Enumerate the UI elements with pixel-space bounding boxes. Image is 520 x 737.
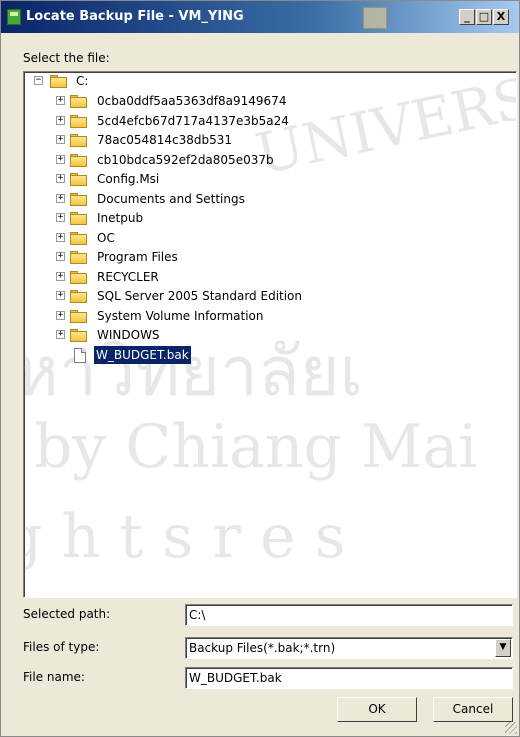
expand-icon[interactable]: + xyxy=(56,252,65,261)
tree-folder-item[interactable]: + System Volume Information xyxy=(24,307,504,325)
locate-backup-file-dialog: Locate Backup File - VM_YING _ □ X Selec… xyxy=(0,0,520,737)
tree-folder-item[interactable]: +5cd4efcb67d717a4137e3b5a24 xyxy=(24,112,504,130)
file-name-label: File name: xyxy=(23,670,85,684)
select-file-label: Select the file: xyxy=(23,51,110,65)
tree-item-label: WINDOWS xyxy=(97,328,160,342)
maximize-button[interactable]: □ xyxy=(476,9,492,25)
tree-folder-item[interactable]: + OC xyxy=(24,229,504,247)
resize-grip[interactable] xyxy=(505,722,517,734)
file-icon xyxy=(74,347,86,363)
tree-folder-item[interactable]: + Program Files xyxy=(24,248,504,266)
tree-folder-item[interactable]: + Config.Msi xyxy=(24,170,504,188)
folder-icon xyxy=(70,329,87,342)
tree-item-label: 5cd4efcb67d717a4137e3b5a24 xyxy=(97,113,289,128)
expand-icon[interactable]: + xyxy=(56,330,65,339)
folder-icon xyxy=(70,270,87,284)
tree-folder-item[interactable]: + SQL Server 2005 Standard Edition xyxy=(24,287,504,305)
files-of-type-value: Backup Files(*.bak;*.trn) xyxy=(189,641,336,655)
folder-icon xyxy=(70,153,87,167)
expand-icon[interactable]: + xyxy=(56,174,65,183)
tree-folder-item[interactable]: +78ac054814c38db531 xyxy=(24,131,504,149)
tree-item-label: Config.Msi xyxy=(97,172,160,186)
file-tree[interactable]: UNIVERSI หาวิทยาลัยเ by Chiang Mai g h t… xyxy=(23,71,517,598)
expand-icon[interactable]: + xyxy=(56,291,65,300)
tree-root-c-drive[interactable]: − C: xyxy=(24,72,504,90)
collapse-icon[interactable]: − xyxy=(34,76,43,85)
selected-path-field[interactable]: C:\ xyxy=(185,604,513,626)
window-title: Locate Backup File - VM_YING xyxy=(26,9,244,24)
tree-folder-item[interactable]: + Inetpub xyxy=(24,209,504,227)
title-bar[interactable]: Locate Backup File - VM_YING _ □ X xyxy=(1,1,519,33)
expand-icon[interactable]: + xyxy=(56,213,65,222)
folder-icon xyxy=(70,309,87,323)
sql-server-app-icon xyxy=(7,9,21,25)
tree-item-label: System Volume Information xyxy=(97,308,264,323)
expand-icon[interactable]: + xyxy=(56,310,65,320)
folder-icon xyxy=(50,75,67,88)
cancel-button[interactable]: Cancel xyxy=(433,697,513,722)
tree-file-item[interactable]: W_BUDGET.bak xyxy=(24,345,504,364)
tree-item-label: SQL Server 2005 Standard Edition xyxy=(97,289,303,303)
expand-icon[interactable]: + xyxy=(56,154,65,164)
tree-item-label: 78ac054814c38db531 xyxy=(97,133,233,147)
folder-icon xyxy=(70,173,87,186)
title-decoration-icon xyxy=(363,7,387,29)
folder-icon xyxy=(70,134,87,147)
tree-folder-item[interactable]: + RECYCLER xyxy=(24,268,504,286)
dropdown-arrow-icon[interactable]: ▼ xyxy=(495,639,511,657)
watermark-line-4: g h t s r e s xyxy=(23,502,346,572)
tree-item-label: OC xyxy=(97,230,115,245)
tree-item-label: cb10bdca592ef2da805e037b xyxy=(97,152,274,167)
tree-item-label: Inetpub xyxy=(97,211,144,225)
expand-icon[interactable]: + xyxy=(56,232,65,242)
ok-button[interactable]: OK xyxy=(337,697,417,722)
tree-folder-item[interactable]: + cb10bdca592ef2da805e037b xyxy=(24,151,504,169)
expand-icon[interactable]: + xyxy=(56,96,65,105)
tree-item-label: RECYCLER xyxy=(97,269,159,284)
tree-item-label: 0cba0ddf5aa5363df8a9149674 xyxy=(97,94,287,108)
tree-root-label: C: xyxy=(76,74,89,88)
tree-item-label: Documents and Settings xyxy=(97,191,245,206)
tree-item-label: Program Files xyxy=(97,250,178,264)
folder-icon xyxy=(70,251,87,264)
files-of-type-label: Files of type: xyxy=(23,640,100,654)
watermark-line-3: by Chiang Mai xyxy=(34,412,478,482)
files-of-type-select[interactable]: Backup Files(*.bak;*.trn) ▼ xyxy=(185,637,513,659)
tree-folder-item[interactable]: + WINDOWS xyxy=(24,326,504,344)
close-button[interactable]: X xyxy=(493,9,509,25)
folder-icon xyxy=(70,290,87,303)
folder-icon xyxy=(70,212,87,225)
folder-icon xyxy=(70,114,87,128)
expand-icon[interactable]: + xyxy=(56,135,65,144)
tree-item-label: W_BUDGET.bak xyxy=(94,345,191,364)
file-name-input[interactable]: W_BUDGET.bak xyxy=(185,667,513,689)
tree-folder-item[interactable]: + Documents and Settings xyxy=(24,190,504,208)
expand-icon[interactable]: + xyxy=(56,271,65,281)
selected-path-label: Selected path: xyxy=(23,607,111,621)
tree-folder-item[interactable]: +0cba0ddf5aa5363df8a9149674 xyxy=(24,92,504,110)
folder-icon xyxy=(70,95,87,108)
folder-icon xyxy=(70,192,87,206)
expand-icon[interactable]: + xyxy=(56,115,65,125)
expand-icon[interactable]: + xyxy=(56,193,65,203)
folder-icon xyxy=(70,231,87,245)
minimize-button[interactable]: _ xyxy=(459,9,475,25)
